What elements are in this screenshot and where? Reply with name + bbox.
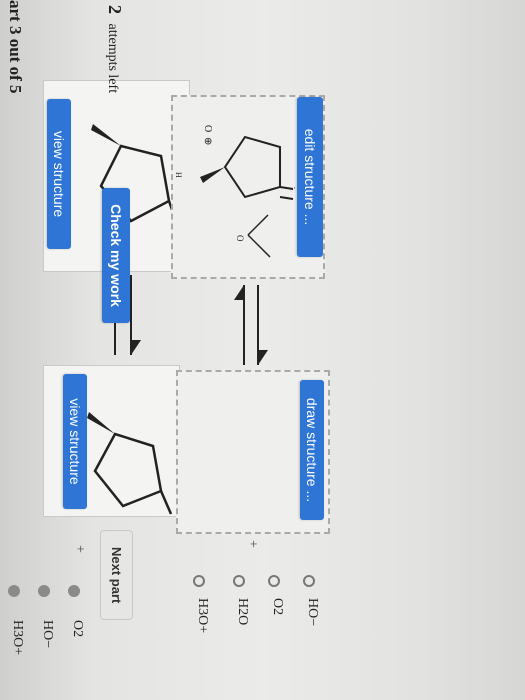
radio-option-h2o[interactable] [233,575,245,587]
product-card-top: view structure [43,365,180,517]
oxonium-o-label: O [202,125,213,133]
draw-structure-button[interactable]: draw structure ... [300,380,324,520]
radio-reactant-ho[interactable] [38,585,50,597]
view-structure-button-1[interactable]: view structure [47,99,71,249]
option-ho: HO− [305,598,320,627]
next-part-button[interactable]: Next part [100,530,133,621]
attempts-left: 2 attempts left [104,5,125,93]
radio-option-ho[interactable] [303,575,315,587]
attempts-label: attempts left [105,23,120,94]
edit-structure-button[interactable]: edit structure ... [297,97,323,257]
cyclopentane-structure-product [87,412,173,515]
option-h2o: H2O [235,598,250,626]
option-h3o: H3O+ [195,598,210,634]
view-structure-button-2[interactable]: view structure [63,374,87,509]
radio-option-o2[interactable] [268,575,280,587]
reactant-option-o2: O2 [70,620,85,638]
check-my-work-button[interactable]: Check my work [102,188,130,323]
radio-option-h3o[interactable] [193,575,205,587]
draw-structure-box[interactable]: draw structure ... [176,370,330,534]
h-label: H [174,172,183,178]
option-o2: O2 [270,598,285,616]
reactant-option-h3o: H3O+ [10,620,25,656]
part-header: art 3 out of 5 [6,0,25,94]
rotated-page: view structure view structure + H3O+ HO−… [0,0,525,700]
screenshot-stage: view structure view structure + H3O+ HO−… [0,0,525,700]
radio-reactant-o2[interactable] [68,585,80,597]
attempts-count: 2 [105,5,125,14]
reactant-option-ho: HO− [40,620,55,649]
edit-structure-box: O ⊕ O H edit structure ... [171,95,325,279]
oxonium-charge-label: ⊕ [202,137,213,146]
plus-sign-top: + [72,545,87,553]
plus-sign-middle: + [245,540,260,548]
water-o-label: O [235,235,245,242]
equilibrium-arrow-middle [234,285,268,365]
radio-reactant-h3o[interactable] [8,585,20,597]
